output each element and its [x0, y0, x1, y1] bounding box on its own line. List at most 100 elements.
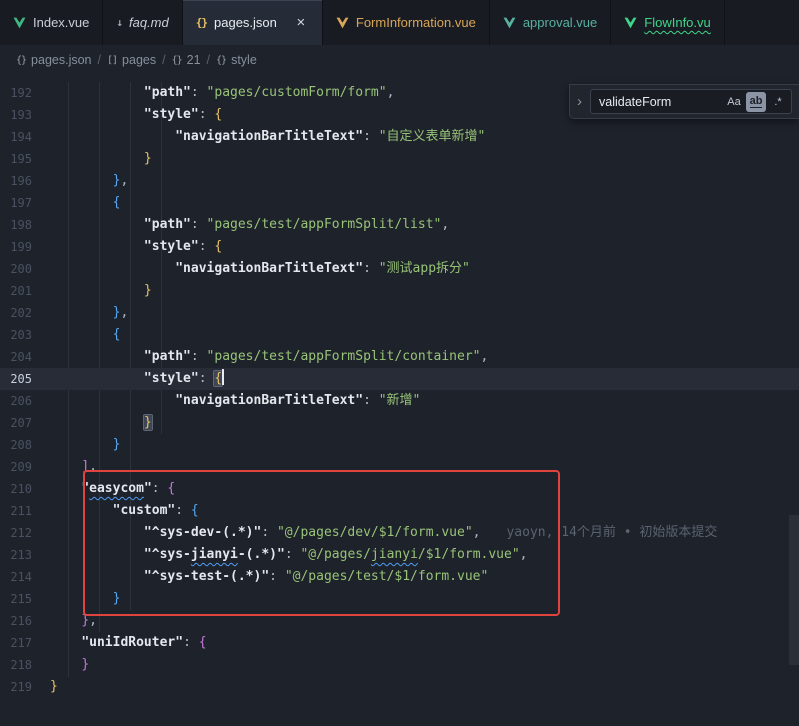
line-number[interactable]: 202 — [0, 302, 50, 324]
code-line-content[interactable]: "easycom": { — [50, 478, 799, 500]
code-line[interactable]: 218 } — [0, 654, 799, 676]
code-line-content[interactable]: }, — [50, 302, 799, 324]
code-line-content[interactable]: "path": "pages/test/appFormSplit/contain… — [50, 346, 799, 368]
line-number[interactable]: 216 — [0, 610, 50, 632]
code-line[interactable]: 203 { — [0, 324, 799, 346]
whole-word-toggle[interactable]: ab — [746, 92, 766, 112]
breadcrumb-item-pages-json[interactable]: {}pages.json — [16, 53, 92, 67]
tab-bar: Index.vue↓faq.md{}pages.json×FormInforma… — [0, 0, 799, 45]
code-line[interactable]: 212 "^sys-dev-(.*)": "@/pages/dev/$1/for… — [0, 522, 799, 544]
code-line[interactable]: 204 "path": "pages/test/appFormSplit/con… — [0, 346, 799, 368]
code-line[interactable]: 195 } — [0, 148, 799, 170]
breadcrumb-item-pages[interactable]: []pages — [107, 53, 156, 67]
code-line-content[interactable]: "custom": { — [50, 500, 799, 522]
line-number[interactable]: 198 — [0, 214, 50, 236]
code-line[interactable]: 199 "style": { — [0, 236, 799, 258]
code-line-content[interactable]: ], — [50, 456, 799, 478]
line-number[interactable]: 205 — [0, 368, 50, 390]
code-line-content[interactable]: "^sys-dev-(.*)": "@/pages/dev/$1/form.vu… — [50, 522, 799, 544]
line-number[interactable]: 201 — [0, 280, 50, 302]
code-line-content[interactable]: }, — [50, 170, 799, 192]
line-number[interactable]: 215 — [0, 588, 50, 610]
match-case-toggle[interactable]: Aa — [724, 92, 744, 112]
line-number[interactable]: 208 — [0, 434, 50, 456]
line-number[interactable]: 199 — [0, 236, 50, 258]
line-number[interactable]: 218 — [0, 654, 50, 676]
line-number[interactable]: 197 — [0, 192, 50, 214]
line-number[interactable]: 207 — [0, 412, 50, 434]
find-input[interactable]: validateForm Aaab.* — [590, 89, 792, 114]
breadcrumb-item-style[interactable]: {}style — [216, 53, 257, 67]
code-line-content[interactable]: "^sys-test-(.*)": "@/pages/test/$1/form.… — [50, 566, 799, 588]
line-number[interactable]: 214 — [0, 566, 50, 588]
tab-pages-json[interactable]: {}pages.json× — [183, 0, 323, 45]
code-line-content[interactable]: "path": "pages/test/appFormSplit/list", — [50, 214, 799, 236]
code-line-content[interactable]: } — [50, 676, 799, 698]
tab-approval-vue[interactable]: approval.vue — [490, 0, 611, 45]
line-number[interactable]: 212 — [0, 522, 50, 544]
code-line[interactable]: 207 } — [0, 412, 799, 434]
code-line-content[interactable]: "navigationBarTitleText": "新增" — [50, 390, 799, 412]
code-line[interactable]: 196 }, — [0, 170, 799, 192]
code-line[interactable]: 219} — [0, 676, 799, 698]
tab-forminformation-vue[interactable]: FormInformation.vue — [323, 0, 490, 45]
line-number[interactable]: 203 — [0, 324, 50, 346]
code-line[interactable]: 210 "easycom": { — [0, 478, 799, 500]
line-number[interactable]: 213 — [0, 544, 50, 566]
code-line[interactable]: 200 "navigationBarTitleText": "测试app拆分" — [0, 258, 799, 280]
code-line-content[interactable]: }, — [50, 610, 799, 632]
code-line-content[interactable]: "uniIdRouter": { — [50, 632, 799, 654]
code-line-content[interactable]: "^sys-jianyi-(.*)": "@/pages/jianyi/$1/f… — [50, 544, 799, 566]
line-number[interactable]: 217 — [0, 632, 50, 654]
line-number[interactable]: 196 — [0, 170, 50, 192]
tab-index-vue[interactable]: Index.vue — [0, 0, 103, 45]
code-line-content[interactable]: "navigationBarTitleText": "测试app拆分" — [50, 258, 799, 280]
code-line-content[interactable]: } — [50, 654, 799, 676]
scrollbar-thumb[interactable] — [789, 515, 799, 665]
code-line-content[interactable]: } — [50, 588, 799, 610]
code-line[interactable]: 214 "^sys-test-(.*)": "@/pages/test/$1/f… — [0, 566, 799, 588]
close-icon[interactable]: × — [293, 15, 309, 31]
code-line[interactable]: 198 "path": "pages/test/appFormSplit/lis… — [0, 214, 799, 236]
line-number[interactable]: 219 — [0, 676, 50, 698]
code-line[interactable]: 211 "custom": { — [0, 500, 799, 522]
code-line[interactable]: 215 } — [0, 588, 799, 610]
code-line[interactable]: 194 "navigationBarTitleText": "自定义表单新增" — [0, 126, 799, 148]
tab-flowinfo-vu[interactable]: FlowInfo.vu — [611, 0, 724, 45]
code-line[interactable]: 213 "^sys-jianyi-(.*)": "@/pages/jianyi/… — [0, 544, 799, 566]
code-line-content[interactable]: "style": { — [50, 368, 799, 390]
code-line[interactable]: 206 "navigationBarTitleText": "新增" — [0, 390, 799, 412]
breadcrumb-item-21[interactable]: {}21 — [172, 53, 201, 67]
code-line[interactable]: 201 } — [0, 280, 799, 302]
line-number[interactable]: 194 — [0, 126, 50, 148]
code-line[interactable]: 208 } — [0, 434, 799, 456]
code-line-content[interactable]: } — [50, 412, 799, 434]
toggle-replace-chevron-icon[interactable]: › — [573, 93, 586, 110]
code-line-content[interactable]: } — [50, 148, 799, 170]
code-line[interactable]: 197 { — [0, 192, 799, 214]
code-line-content[interactable]: "style": { — [50, 236, 799, 258]
line-number[interactable]: 200 — [0, 258, 50, 280]
line-number[interactable]: 211 — [0, 500, 50, 522]
code-line-content[interactable]: { — [50, 324, 799, 346]
code-line[interactable]: 202 }, — [0, 302, 799, 324]
code-line-content[interactable]: } — [50, 434, 799, 456]
scrollbar[interactable] — [789, 75, 799, 726]
line-number[interactable]: 209 — [0, 456, 50, 478]
regex-toggle[interactable]: .* — [768, 92, 788, 112]
code-line-content[interactable]: { — [50, 192, 799, 214]
line-number[interactable]: 204 — [0, 346, 50, 368]
code-line-content[interactable]: "navigationBarTitleText": "自定义表单新增" — [50, 126, 799, 148]
line-number[interactable]: 193 — [0, 104, 50, 126]
line-number[interactable]: 192 — [0, 82, 50, 104]
code-line-content[interactable]: } — [50, 280, 799, 302]
line-number[interactable]: 210 — [0, 478, 50, 500]
code-line[interactable]: 216 }, — [0, 610, 799, 632]
tab-faq-md[interactable]: ↓faq.md — [103, 0, 182, 45]
code-line[interactable]: 217 "uniIdRouter": { — [0, 632, 799, 654]
line-number[interactable]: 195 — [0, 148, 50, 170]
code-line[interactable]: 205 "style": { — [0, 368, 799, 390]
line-number[interactable]: 206 — [0, 390, 50, 412]
code-line[interactable]: 209 ], — [0, 456, 799, 478]
find-query-text[interactable]: validateForm — [599, 95, 722, 109]
